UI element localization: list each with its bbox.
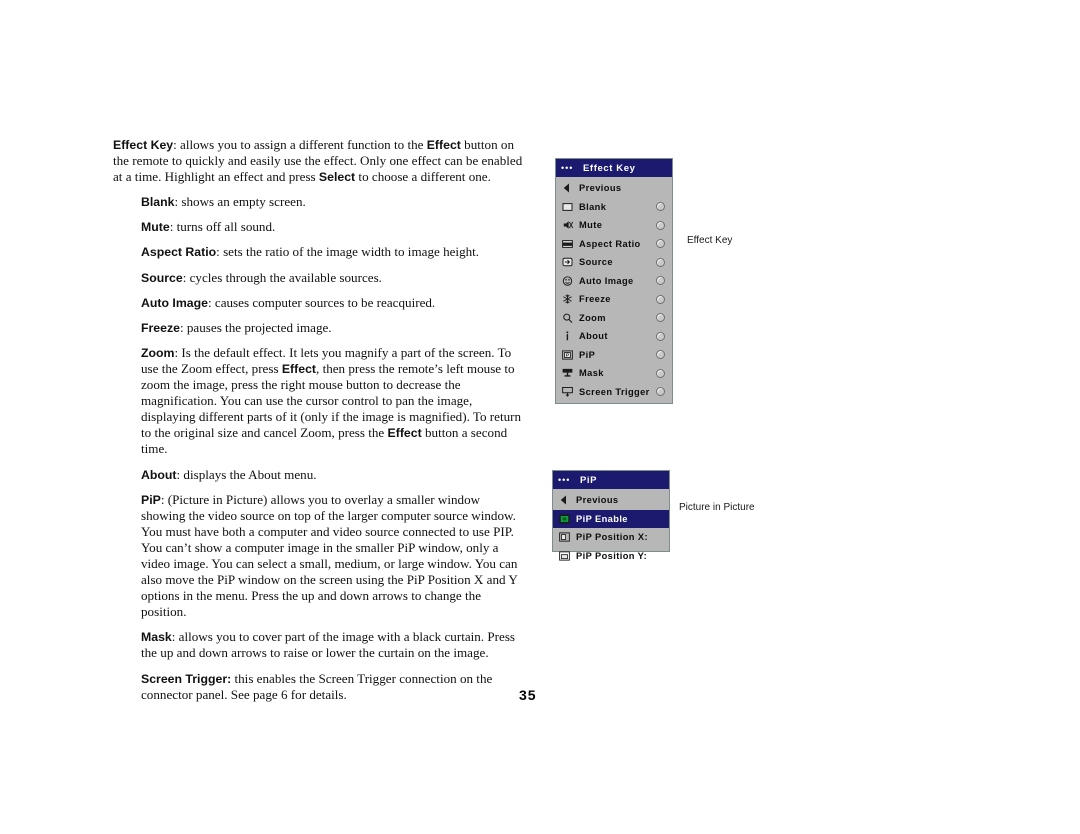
effect-key-row-mute[interactable]: Mute — [556, 216, 672, 235]
pip-position-y-icon — [557, 549, 572, 562]
effect-key-menu-titlebar: ••• Effect Key — [556, 159, 672, 177]
auto-image-icon — [560, 274, 575, 287]
effect-key-radio-button[interactable] — [656, 313, 665, 323]
effect-key-radio-button[interactable] — [656, 387, 665, 397]
effect-key-row-label: Mute — [579, 220, 603, 231]
effect-key-row-label: Mask — [579, 368, 604, 379]
blank-screen-icon — [560, 200, 575, 213]
effect-key-row-label: Blank — [579, 201, 607, 212]
effect-key-row-blank[interactable]: Blank — [556, 198, 672, 217]
paragraph-mask: Mask: allows you to cover part of the im… — [141, 629, 516, 661]
effect-key-menu-rows: Previous Blank Mute Aspect Ratio Source Auto … — [556, 177, 672, 401]
paragraph-mute: Mute: turns off all sound. — [141, 219, 276, 235]
effect-key-row-mask[interactable]: Mask — [556, 364, 672, 383]
previous-arrow-icon — [560, 182, 575, 195]
paragraph-freeze: Freeze: pauses the projected image. — [141, 319, 332, 335]
effect-key-row-label: Source — [579, 257, 613, 268]
effect-key-row-freeze[interactable]: Freeze — [556, 290, 672, 309]
callout-picture-in-picture: Picture in Picture — [679, 502, 755, 513]
effect-key-row-pip[interactable]: P PiP — [556, 346, 672, 365]
menu-dots-icon: ••• — [558, 475, 571, 485]
effect-key-row-auto-image[interactable]: Auto Image — [556, 272, 672, 291]
effect-key-radio-button[interactable] — [656, 202, 665, 212]
effect-key-row-zoom[interactable]: Zoom — [556, 309, 672, 328]
effect-key-radio-button[interactable] — [656, 257, 665, 267]
effect-key-row-label: Zoom — [579, 312, 606, 323]
pip-row-label: PiP Enable — [576, 513, 628, 524]
screen-trigger-icon — [560, 385, 575, 398]
pip-row-label: PiP Position X: — [576, 532, 648, 543]
pip-osd-menu: ••• PiP Previous PiP Enable PiP Position X… — [552, 470, 670, 561]
about-info-icon — [560, 330, 575, 343]
paragraph-pip: PiP: (Picture in Picture) allows you to … — [141, 491, 518, 620]
pip-row-label: PiP Position Y: — [576, 550, 648, 561]
effect-key-row-previous[interactable]: Previous — [556, 179, 672, 198]
pip-row-pip-enable[interactable]: PiP Enable — [553, 509, 669, 528]
pip-enable-icon — [557, 512, 572, 525]
effect-key-radio-button[interactable] — [656, 350, 665, 360]
pip-row-label: Previous — [576, 495, 619, 506]
paragraph-aspect-ratio: Aspect Ratio: sets the ratio of the imag… — [141, 244, 480, 260]
paragraph-effect-key-intro: Effect Key: allows you to assign a diffe… — [113, 137, 523, 185]
body-text-column: Effect Key: allows you to assign a diffe… — [113, 137, 525, 712]
effect-key-radio-button[interactable] — [656, 368, 665, 378]
pip-row-pip-position-x-[interactable]: PiP Position X: — [553, 528, 669, 547]
effect-key-row-label: Auto Image — [579, 275, 634, 286]
source-icon — [560, 256, 575, 269]
page-number: 35 — [519, 687, 537, 703]
aspect-ratio-icon — [560, 237, 575, 250]
effect-key-radio-button[interactable] — [656, 331, 665, 341]
effect-key-row-label: Previous — [579, 183, 622, 194]
mute-speaker-icon — [560, 219, 575, 232]
paragraph-blank: Blank: shows an empty screen. — [141, 194, 306, 210]
effect-key-row-label: PiP — [579, 349, 596, 360]
effect-key-radio-button[interactable] — [656, 220, 665, 230]
pip-menu-rows: Previous PiP Enable PiP Position X: PiP Pos… — [553, 489, 669, 565]
effect-key-menu-title: Effect Key — [583, 162, 636, 174]
effect-key-row-about[interactable]: About — [556, 327, 672, 346]
effect-key-row-screen-trigger[interactable]: Screen Trigger — [556, 383, 672, 402]
freeze-icon — [560, 293, 575, 306]
pip-row-previous[interactable]: Previous — [553, 491, 669, 510]
paragraph-about: About: displays the About menu. — [141, 466, 317, 482]
effect-key-row-aspect-ratio[interactable]: Aspect Ratio — [556, 235, 672, 254]
effect-key-row-label: Screen Trigger — [579, 386, 650, 397]
menu-dots-icon: ••• — [561, 163, 574, 173]
mask-curtain-icon — [560, 367, 575, 380]
effect-key-row-source[interactable]: Source — [556, 253, 672, 272]
pip-menu-titlebar: ••• PiP — [553, 471, 669, 489]
effect-key-osd-menu: ••• Effect Key Previous Blank Mute Aspect R… — [555, 158, 673, 404]
pip-icon: P — [560, 348, 575, 361]
previous-arrow-icon — [557, 494, 572, 507]
effect-key-row-label: Aspect Ratio — [579, 238, 641, 249]
effect-key-radio-button[interactable] — [656, 239, 665, 249]
pip-position-x-icon — [557, 531, 572, 544]
effect-key-radio-button[interactable] — [656, 276, 665, 286]
zoom-magnifier-icon — [560, 311, 575, 324]
effect-key-row-label: About — [579, 331, 608, 342]
paragraph-auto-image: Auto Image: causes computer sources to b… — [141, 294, 436, 310]
effect-key-radio-button[interactable] — [656, 294, 665, 304]
paragraph-source: Source: cycles through the available sou… — [141, 269, 382, 285]
pip-row-pip-position-y-[interactable]: PiP Position Y: — [553, 547, 669, 566]
paragraph-screen-trigger: Screen Trigger: this enables the Screen … — [141, 670, 493, 702]
pip-menu-title: PiP — [580, 474, 598, 486]
callout-effect-key: Effect Key — [687, 235, 733, 246]
paragraph-zoom: Zoom: Is the default effect. It lets you… — [141, 344, 522, 457]
effect-key-row-label: Freeze — [579, 294, 611, 305]
